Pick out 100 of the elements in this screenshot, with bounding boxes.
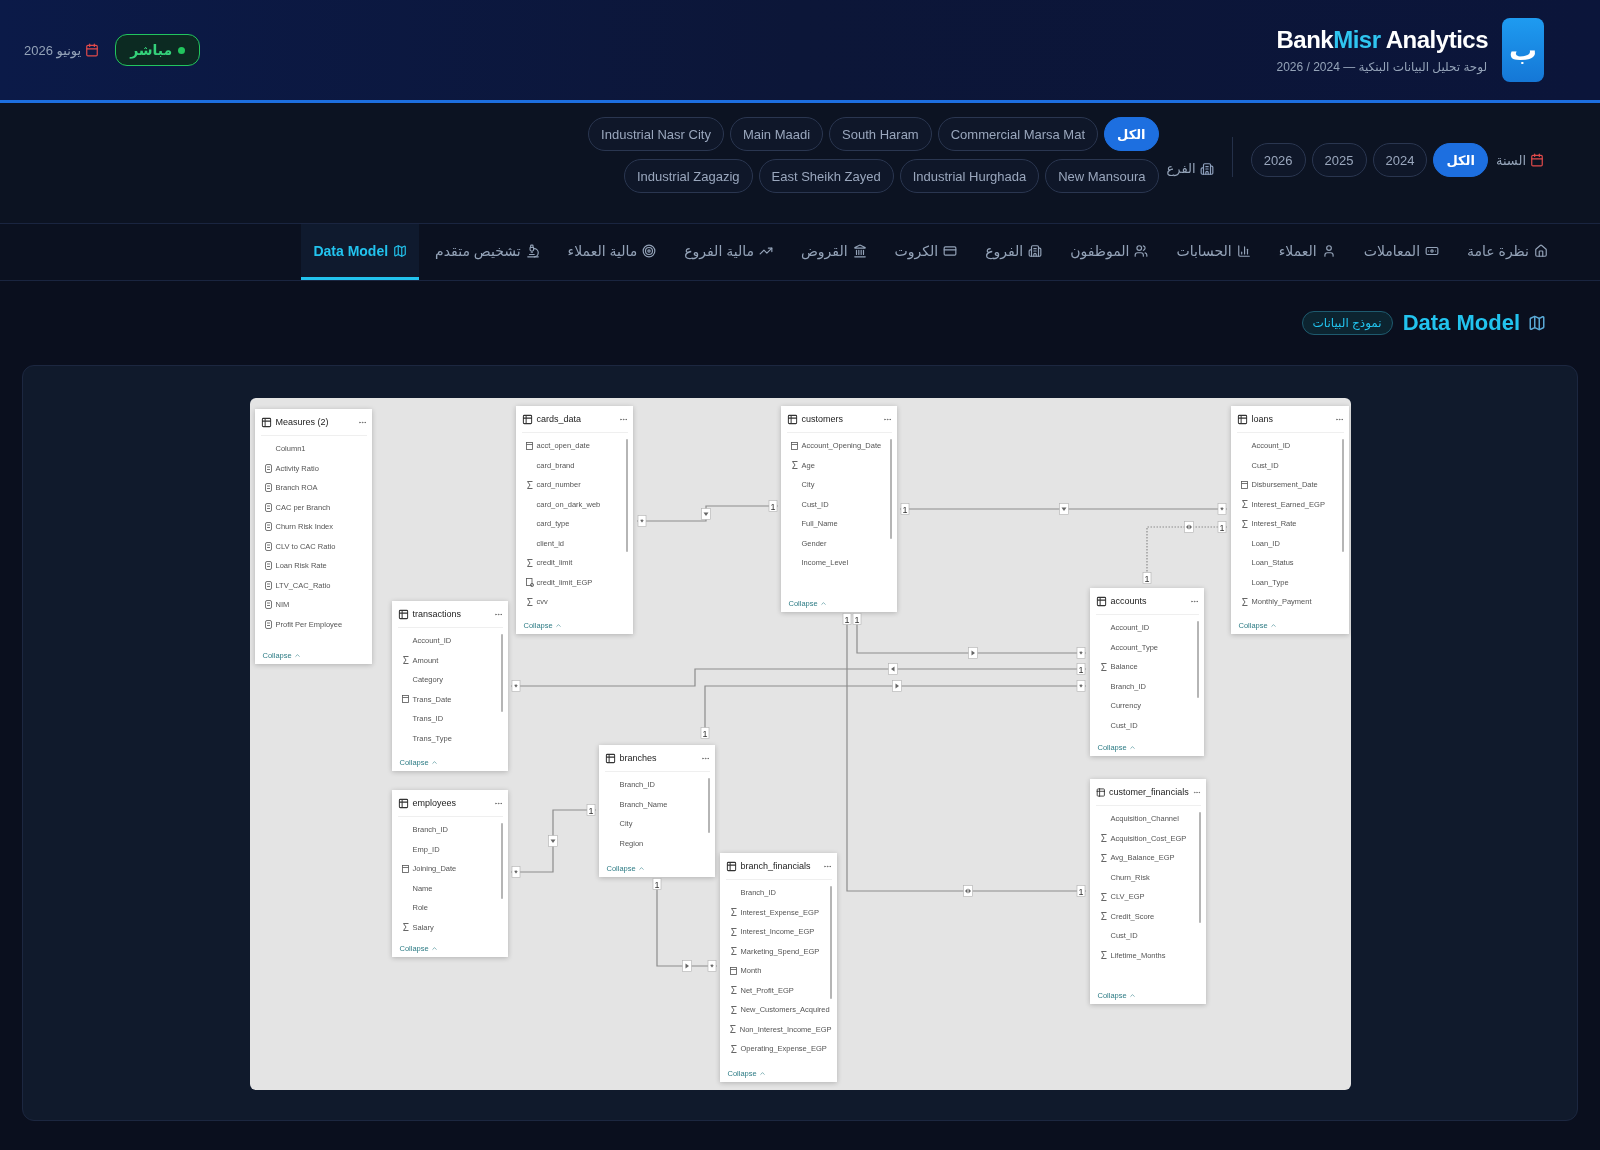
cardinality-label: 1 [586,804,595,816]
chevron-up-icon [554,622,562,629]
scrollbar[interactable] [625,439,628,552]
table-icon [397,608,409,620]
branch-chip[interactable]: New Mansoura [1045,159,1159,193]
user-icon [1321,243,1336,258]
sum-icon [730,1044,737,1053]
direction-icon [700,508,711,520]
table-name: employees [412,798,458,808]
table-name: Measures (2) [275,417,330,427]
cardinality-label: 1 [768,500,777,512]
nav-tab[interactable]: الحسابات [1164,224,1263,280]
calculator-icon [265,502,272,512]
branch-chip[interactable]: Industrial Nasr City [588,117,724,151]
scrollbar[interactable] [1196,621,1199,698]
nav-tab[interactable]: العملاء [1266,224,1348,280]
scrollbar[interactable] [500,634,503,712]
sum-icon [791,461,798,470]
cardinality-label: 1 [1076,885,1085,897]
sum-icon [1100,912,1107,921]
sum-icon [402,656,409,665]
cardinality-label: * [511,680,520,692]
nav-tab[interactable]: الكروت [882,224,970,280]
chevron-up-icon [819,600,827,607]
nav-tab[interactable]: الموظفون [1058,224,1161,280]
calendar-icon [730,966,737,975]
calendar-icon [402,864,409,873]
table-name: branch_financials [740,861,812,871]
sum-icon [730,927,737,936]
table-icon [786,413,798,425]
table-icon [604,752,616,764]
sum-icon [526,480,533,489]
table-icon [521,413,533,425]
cardinality-label: 1 [700,727,709,739]
year-chip[interactable]: 2025 [1311,143,1367,177]
building-icon [1199,161,1214,176]
year-chip[interactable]: الكل [1433,143,1488,177]
branch-chip[interactable]: East Sheikh Zayed [758,159,894,193]
scrollbar[interactable] [707,778,710,834]
chevron-up-icon [293,652,301,659]
nav-tab[interactable]: مالية العملاء [555,224,669,280]
sum-icon [402,923,409,932]
cardinality-label: 1 [652,878,661,890]
chevron-up-icon [758,1070,766,1077]
sum-icon [1100,834,1107,843]
cardinality-label: 1 [852,613,861,625]
table-icon [1095,595,1107,607]
section-title: Data Model [1402,310,1546,336]
chevron-up-icon [430,759,438,766]
table-name: transactions [412,609,463,619]
branch-chip[interactable]: Commercial Marsa Mat [937,117,1099,151]
sum-icon [730,908,737,917]
year-chip[interactable]: 2024 [1372,143,1428,177]
calculator-icon [265,561,272,571]
branch-chip[interactable]: الكل [1104,117,1159,151]
credit-card-icon [943,243,958,258]
nav-tab[interactable]: الفروع [973,224,1055,280]
direction-icon [681,960,692,972]
sum-icon [1241,500,1248,509]
cardinality-label: * [1076,680,1085,692]
app-subtitle: لوحة تحليل البيانات البنكية — 2024 / 2026 [1276,60,1488,74]
scrollbar[interactable] [1341,439,1344,552]
chevron-up-icon [1269,622,1277,629]
direction-icon [547,835,558,847]
table-icon [1236,413,1248,425]
scrollbar[interactable] [500,823,503,900]
nav-tab[interactable]: مالية الفروع [672,224,785,280]
calendar-icon [791,441,798,450]
branch-chip[interactable]: Main Maadi [729,117,824,151]
cardinality-label: * [637,515,646,527]
cardinality-label: 1 [900,503,909,515]
scrollbar[interactable] [889,439,892,539]
cardinality-label: * [1076,647,1085,659]
nav-tab[interactable]: المعاملات [1351,224,1452,280]
direction-icon [887,663,898,675]
nav-tab[interactable]: تشخيص متقدم [423,224,552,280]
sum-icon [1100,951,1107,960]
year-chip[interactable]: 2026 [1250,143,1306,177]
chevron-up-icon [1128,744,1136,751]
table-name: customers [801,414,844,424]
cardinality-label: 1 [842,613,851,625]
scrollbar[interactable] [1198,812,1201,923]
table-icon [397,797,409,809]
table-name: branches [619,753,658,763]
section-badge: نموذج البيانات [1301,311,1393,335]
calendar-icon [526,441,533,450]
map-icon [393,243,408,258]
sum-icon [1100,662,1107,671]
scrollbar[interactable] [829,886,832,1000]
branch-chip[interactable]: Industrial Hurghada [899,159,1040,193]
nav-tab[interactable]: القروض [788,224,879,280]
branch-chip[interactable]: Industrial Zagazig [623,159,753,193]
calculator-icon [265,483,272,493]
microscope-icon [525,243,540,258]
chevron-up-icon [1128,992,1136,999]
table-name: accounts [1110,596,1148,606]
branch-chip[interactable]: South Haram [829,117,932,151]
nav-tab[interactable]: Data Model [301,224,420,280]
nav-tab[interactable]: نظرة عامة [1455,224,1560,280]
calendar-icon [1530,153,1544,167]
